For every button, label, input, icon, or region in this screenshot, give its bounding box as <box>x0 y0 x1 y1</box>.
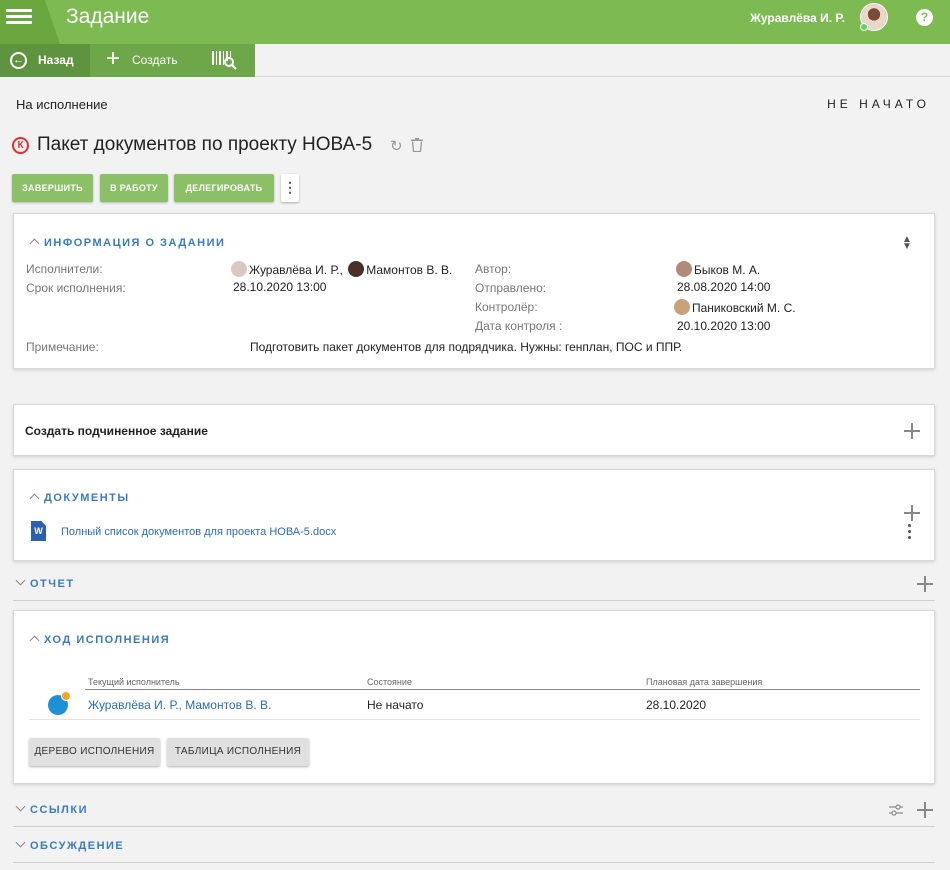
action-toolbar: ← Назад + Создать <box>0 44 950 77</box>
row-state: Не начато <box>367 698 424 712</box>
plus-icon: + <box>106 45 121 72</box>
report-toggle[interactable]: ОТЧЕТ <box>15 575 75 590</box>
sent-label: Отправлено: <box>475 281 547 295</box>
add-link-icon[interactable] <box>917 802 933 818</box>
task-info-card: ИНФОРМАЦИЯ О ЗАДАНИИ ▲ ▼ Исполнители: Жур… <box>13 213 935 369</box>
author-label: Автор: <box>475 262 512 276</box>
app-header: Задание Журавлёва И. Р. ? <box>0 0 950 44</box>
report-section: ОТЧЕТ <box>13 567 935 601</box>
executor-1[interactable]: Журавлёва И. Р., <box>249 263 343 277</box>
chevron-down-icon <box>15 801 26 812</box>
control-date-label: Дата контроля : <box>475 319 563 333</box>
author-name[interactable]: Быков М. А. <box>694 263 760 277</box>
author-value: Быков М. А. <box>676 261 760 277</box>
controller-value: Паниковский М. С. <box>674 299 796 315</box>
task-info-toggle[interactable]: ИНФОРМАЦИЯ О ЗАДАНИИ <box>29 237 226 249</box>
add-subtask-icon[interactable] <box>904 423 920 439</box>
task-route-status: На исполнение <box>16 97 108 112</box>
add-document-icon[interactable] <box>904 505 920 521</box>
executor-2[interactable]: Мамонтов В. В. <box>366 263 452 277</box>
chevron-up-icon <box>29 493 40 504</box>
page-title: Пакет документов по проекту НОВА-5 <box>37 134 373 155</box>
document-link[interactable]: Полный список документов для проекта НОВ… <box>61 526 336 538</box>
sent-value: 28.08.2020 14:00 <box>677 280 771 294</box>
avatar <box>676 261 692 277</box>
report-title: ОТЧЕТ <box>30 578 75 590</box>
avatar <box>231 261 247 277</box>
add-report-icon[interactable] <box>917 576 933 592</box>
note-value: Подготовить пакет документов для подрядч… <box>250 340 683 354</box>
note-label: Примечание: <box>26 340 99 354</box>
control-badge-icon: К <box>12 137 29 154</box>
links-section: ССЫЛКИ <box>13 793 935 827</box>
back-label: Назад <box>38 53 74 67</box>
control-date-value: 20.10.2020 13:00 <box>677 319 771 333</box>
star-badge-icon <box>61 691 71 701</box>
deadline-label: Срок исполнения: <box>26 281 126 295</box>
discussion-toggle[interactable]: ОБСУЖДЕНИЕ <box>15 837 125 852</box>
filter-settings-icon[interactable] <box>889 803 903 817</box>
links-title: ССЫЛКИ <box>30 804 88 816</box>
expand-collapse-icon[interactable]: ▲ ▼ <box>902 235 912 252</box>
online-status-icon <box>860 23 868 31</box>
executors-value: Журавлёва И. Р., Мамонтов В. В. <box>231 261 452 277</box>
current-executors-link[interactable]: Журавлёва И. Р., Мамонтов В. В. <box>88 698 271 712</box>
discussion-section: ОБСУЖДЕНИЕ <box>13 829 935 863</box>
progress-title: ХОД ИСПОЛНЕНИЯ <box>44 634 171 646</box>
controller-label: Контролёр: <box>475 300 538 314</box>
complete-button[interactable]: ЗАВЕРШИТЬ <box>12 174 93 202</box>
create-subtask-label: Создать подчиненное задание <box>25 424 208 438</box>
documents-toggle[interactable]: ДОКУМЕНТЫ <box>29 492 130 504</box>
word-file-icon: W <box>31 521 46 541</box>
back-button[interactable]: ← Назад <box>0 44 90 77</box>
column-header-executor: Текущий исполнитель <box>88 677 180 687</box>
document-menu-icon[interactable] <box>908 524 912 539</box>
barcode-search-icon[interactable] <box>210 49 240 71</box>
avatar <box>674 299 690 315</box>
column-header-state: Состояние <box>367 677 412 687</box>
back-arrow-icon: ← <box>10 52 27 69</box>
create-label: Создать <box>132 53 178 67</box>
more-actions-button[interactable]: ⋮ <box>281 174 299 202</box>
chevron-up-icon <box>29 635 40 646</box>
progress-toggle[interactable]: ХОД ИСПОЛНЕНИЯ <box>29 634 171 646</box>
discussion-title: ОБСУЖДЕНИЕ <box>30 840 125 852</box>
in-work-button[interactable]: В РАБОТУ <box>100 174 168 202</box>
documents-card: ДОКУМЕНТЫ W Полный список документов для… <box>13 469 935 561</box>
delegate-button[interactable]: ДЕЛЕГИРОВАТЬ <box>174 174 274 202</box>
deadline-value: 28.10.2020 13:00 <box>233 280 327 294</box>
hamburger-menu-icon[interactable] <box>6 6 32 28</box>
execution-table-button[interactable]: ТАБЛИЦА ИСПОЛНЕНИЯ <box>167 738 309 766</box>
current-user-name[interactable]: Журавлёва И. Р. <box>750 11 845 25</box>
refresh-icon[interactable]: ↻ <box>390 137 403 155</box>
chevron-down-icon <box>15 575 26 586</box>
avatar <box>348 261 365 277</box>
create-button[interactable]: + Создать <box>100 44 200 77</box>
column-header-date: Плановая дата завершения <box>646 677 763 687</box>
task-state: НЕ НАЧАТО <box>827 97 930 111</box>
trash-icon[interactable] <box>411 138 423 153</box>
executors-label: Исполнители: <box>26 262 103 276</box>
controller-name[interactable]: Паниковский М. С. <box>692 301 796 315</box>
app-title: Задание <box>66 5 150 28</box>
task-info-title: ИНФОРМАЦИЯ О ЗАДАНИИ <box>44 237 226 249</box>
create-subtask-card[interactable]: Создать подчиненное задание <box>13 404 935 456</box>
row-planned-date: 28.10.2020 <box>646 698 707 712</box>
links-toggle[interactable]: ССЫЛКИ <box>15 801 88 816</box>
chevron-down-icon <box>15 837 26 848</box>
help-icon[interactable]: ? <box>916 9 933 26</box>
execution-tree-button[interactable]: ДЕРЕВО ИСПОЛНЕНИЯ <box>29 738 160 766</box>
documents-title: ДОКУМЕНТЫ <box>44 492 130 504</box>
chevron-up-icon <box>29 238 40 249</box>
